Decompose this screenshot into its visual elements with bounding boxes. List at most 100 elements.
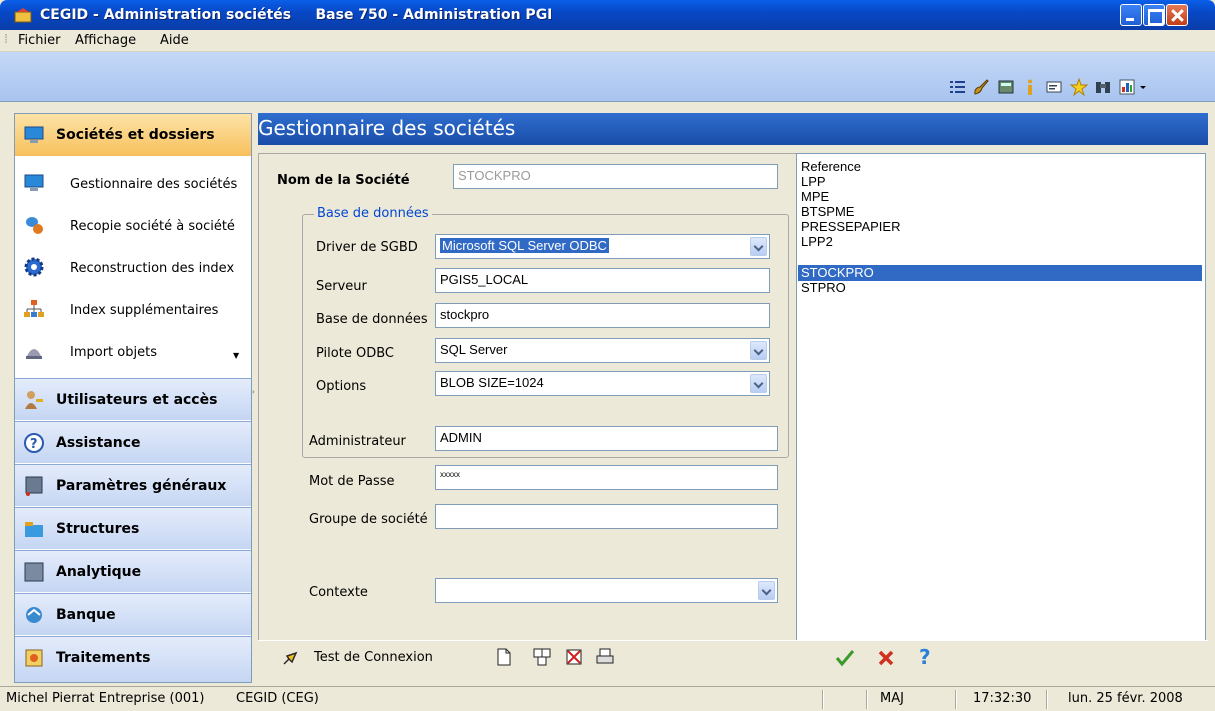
duplicate-icon[interactable] (532, 647, 552, 667)
print-icon[interactable] (595, 647, 615, 667)
section-assistance[interactable]: ? Assistance (15, 421, 251, 463)
driver-label: Driver de SGBD (316, 240, 418, 255)
chevron-down-icon[interactable] (750, 374, 767, 393)
list-item[interactable]: Reference (801, 159, 861, 175)
sidebar-item-import-objets[interactable]: Import objets ▼ (15, 332, 251, 372)
groupe-field[interactable] (435, 504, 778, 529)
settings-icon (25, 476, 43, 496)
main-panel: Gestionnaire des sociétés Nom de la Soci… (258, 113, 1208, 683)
company-form: Nom de la Société STOCKPRO Base de donné… (258, 153, 798, 643)
menu-aide[interactable]: Aide (160, 33, 189, 48)
scroll-down-icon[interactable]: ▼ (233, 351, 239, 360)
delete-document-icon[interactable] (564, 647, 584, 667)
base-field[interactable]: stockpro (435, 303, 770, 328)
plug-icon[interactable] (282, 650, 298, 666)
pilote-select[interactable]: SQL Server (435, 338, 770, 363)
menu-fichier[interactable]: Fichier (18, 33, 61, 48)
section-utilisateurs-acces[interactable]: Utilisateurs et accès (15, 378, 251, 420)
status-divider (955, 690, 957, 709)
bank-icon (26, 607, 42, 623)
password-field[interactable]: xxxxx (435, 465, 778, 490)
test-connexion-button[interactable]: Test de Connexion (314, 650, 433, 665)
list-item[interactable]: BTSPME (801, 204, 854, 220)
chevron-down-icon[interactable] (758, 581, 775, 600)
groupe-label: Groupe de société (309, 512, 428, 527)
section-parametres-generaux[interactable]: Paramètres généraux (15, 464, 251, 506)
list-item[interactable]: LPP2 (801, 234, 833, 250)
sidebar-item-index-supplementaires[interactable]: Index supplémentaires (15, 290, 251, 330)
sidebar-item-label: Import objets (70, 345, 157, 360)
section-label: Banque (56, 607, 116, 623)
maximize-button[interactable] (1143, 4, 1165, 26)
monitor-icon (24, 126, 44, 143)
window-icon[interactable] (1045, 78, 1063, 96)
close-button[interactable] (1166, 4, 1188, 26)
minimize-button[interactable] (1120, 4, 1142, 26)
list-item[interactable]: LPP (801, 174, 826, 190)
list-item[interactable]: PRESSEPAPIER (801, 219, 900, 235)
status-divider (1046, 690, 1048, 709)
section-label: Utilisateurs et accès (56, 392, 218, 408)
list-item[interactable]: STPRO (801, 280, 846, 296)
section-label: Paramètres généraux (56, 478, 227, 494)
options-label: Options (316, 379, 367, 394)
copy-database-icon (26, 217, 43, 234)
sidebar-item-recopie[interactable]: Recopie société à société (15, 206, 251, 246)
nom-field[interactable]: STOCKPRO (453, 164, 778, 189)
base-label: Base de données (316, 312, 428, 327)
help-icon[interactable]: ? (918, 647, 934, 667)
company-list[interactable]: Reference LPP MPE BTSPME PRESSEPAPIER LP… (796, 153, 1206, 643)
pilote-value: SQL Server (440, 342, 508, 357)
section-label: Traitements (56, 650, 151, 666)
section-analytique[interactable]: Analytique (15, 550, 251, 592)
serveur-field[interactable]: PGIS5_LOCAL (435, 268, 770, 293)
menu-bar: ⁞ Fichier Affichage Aide (0, 30, 1215, 52)
contexte-select[interactable] (435, 578, 778, 603)
process-icon (25, 649, 43, 667)
splitter-grip-icon[interactable]: › (252, 388, 255, 396)
new-document-icon[interactable] (495, 647, 513, 667)
status-user: Michel Pierrat Entreprise (001) (6, 691, 205, 706)
section-label: Assistance (56, 435, 141, 451)
page-title: Gestionnaire des sociétés (258, 116, 516, 140)
section-traitements[interactable]: Traitements (15, 636, 251, 682)
cancel-icon[interactable] (877, 649, 895, 667)
menu-affichage[interactable]: Affichage (75, 33, 136, 48)
options-value: BLOB SIZE=1024 (440, 375, 544, 390)
import-icon (26, 349, 42, 359)
help-circle-icon: ? (24, 433, 44, 453)
info-icon[interactable] (1021, 78, 1039, 96)
chart-icon[interactable] (1118, 78, 1136, 96)
list-icon[interactable] (948, 78, 966, 96)
calculator-icon[interactable] (997, 78, 1015, 96)
list-item-selected[interactable]: STOCKPRO (798, 265, 1202, 281)
driver-select[interactable]: Microsoft SQL Server ODBC (435, 234, 770, 259)
toolbar-dropdown-icon[interactable] (1138, 78, 1148, 96)
section-banque[interactable]: Banque (15, 593, 251, 635)
options-select[interactable]: BLOB SIZE=1024 (435, 371, 770, 396)
chevron-down-icon[interactable] (750, 341, 767, 360)
section-societes-dossiers[interactable]: Sociétés et dossiers (15, 114, 251, 156)
chevron-down-icon[interactable] (750, 237, 767, 256)
analytics-icon (24, 562, 44, 582)
folder-icon (25, 522, 43, 537)
nom-label: Nom de la Société (277, 173, 410, 188)
status-caps: MAJ (880, 691, 904, 706)
window-title: CEGID - Administration sociétés Base 750… (40, 7, 553, 23)
binoculars-icon[interactable] (1094, 78, 1112, 96)
page-title-bar: Gestionnaire des sociétés (258, 113, 1208, 145)
svg-text:?: ? (30, 437, 38, 452)
brush-icon[interactable] (972, 78, 990, 96)
status-divider (866, 690, 868, 709)
sidebar-item-reconstruction[interactable]: Reconstruction des index (15, 248, 251, 288)
list-item[interactable]: MPE (801, 189, 829, 205)
section-structures[interactable]: Structures (15, 507, 251, 549)
sidebar-item-gestionnaire[interactable]: Gestionnaire des sociétés (15, 164, 251, 204)
serveur-label: Serveur (316, 279, 367, 294)
menu-grip: ⁞ (4, 32, 9, 47)
validate-icon[interactable] (835, 649, 855, 667)
admin-field[interactable]: ADMIN (435, 426, 778, 451)
star-icon[interactable] (1070, 78, 1088, 96)
status-date: lun. 25 févr. 2008 (1068, 691, 1183, 706)
hierarchy-icon (24, 300, 44, 317)
